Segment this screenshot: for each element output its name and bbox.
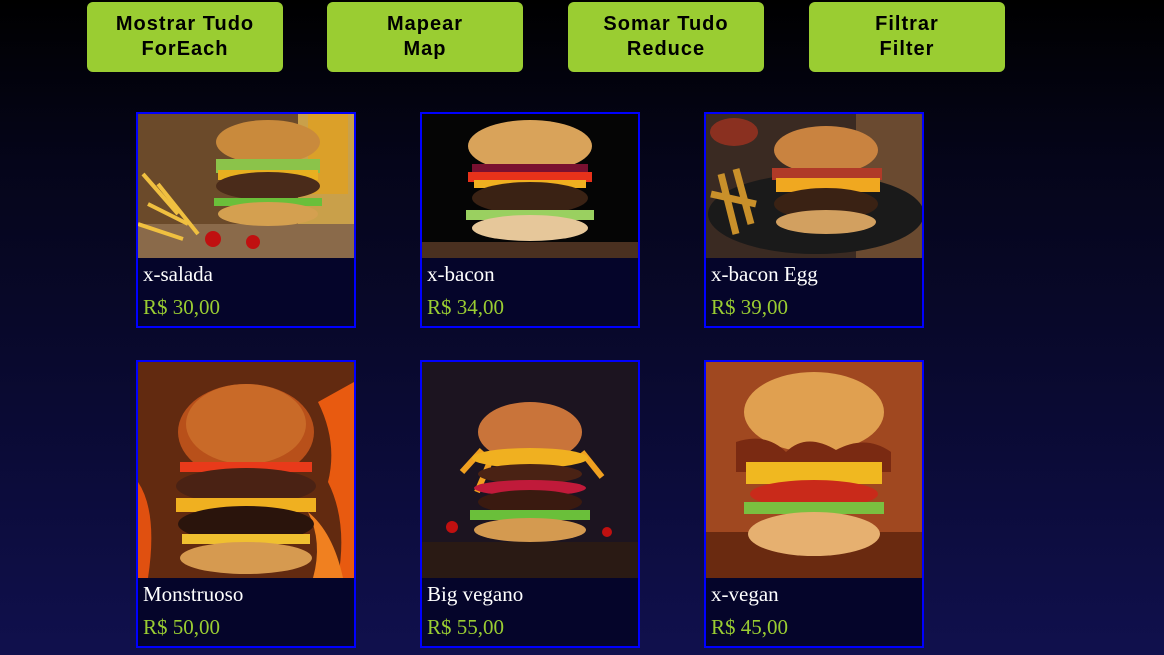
product-name: Monstruoso [143,582,244,606]
product-name: x-bacon Egg [711,262,818,286]
product-price: R$ 50,00 [143,615,221,639]
product-image [138,362,354,578]
product-image [422,114,638,258]
product-price: R$ 55,00 [427,615,505,639]
product-image [138,114,354,258]
product-price: R$ 30,00 [143,295,221,319]
button-label-line1: Mostrar Tudo [115,13,255,35]
product-image [706,362,922,578]
product-card: x-bacon R$ 34,00 [420,112,640,328]
button-label-line2: Map [403,38,447,60]
product-name: Big vegano [427,582,524,606]
product-image [706,114,922,258]
product-card: x-salada R$ 30,00 [136,112,356,328]
button-label-line2: ForEach [141,38,229,60]
reduce-button[interactable]: Somar Tudo Reduce [568,2,764,72]
foreach-button[interactable]: Mostrar Tudo ForEach [87,2,283,72]
product-price: R$ 34,00 [427,295,505,319]
product-price: R$ 45,00 [711,615,789,639]
product-card: Big vegano R$ 55,00 [420,360,640,648]
button-label-line1: Filtrar [875,13,939,35]
product-card: Monstruoso R$ 50,00 [136,360,356,648]
product-name: x-vegan [711,582,779,606]
button-label-line2: Reduce [626,38,706,60]
product-name: x-bacon [427,262,495,286]
product-price: R$ 39,00 [711,295,789,319]
button-label-line1: Mapear [386,13,464,35]
product-card: x-bacon Egg R$ 39,00 [704,112,924,328]
product-name: x-salada [143,262,213,286]
filter-button[interactable]: Filtrar Filter [809,2,1005,72]
product-card: x-vegan R$ 45,00 [704,360,924,648]
button-label-line2: Filter [879,38,935,60]
button-label-line1: Somar Tudo [603,13,729,35]
map-button[interactable]: Mapear Map [327,2,523,72]
product-image [422,362,638,578]
